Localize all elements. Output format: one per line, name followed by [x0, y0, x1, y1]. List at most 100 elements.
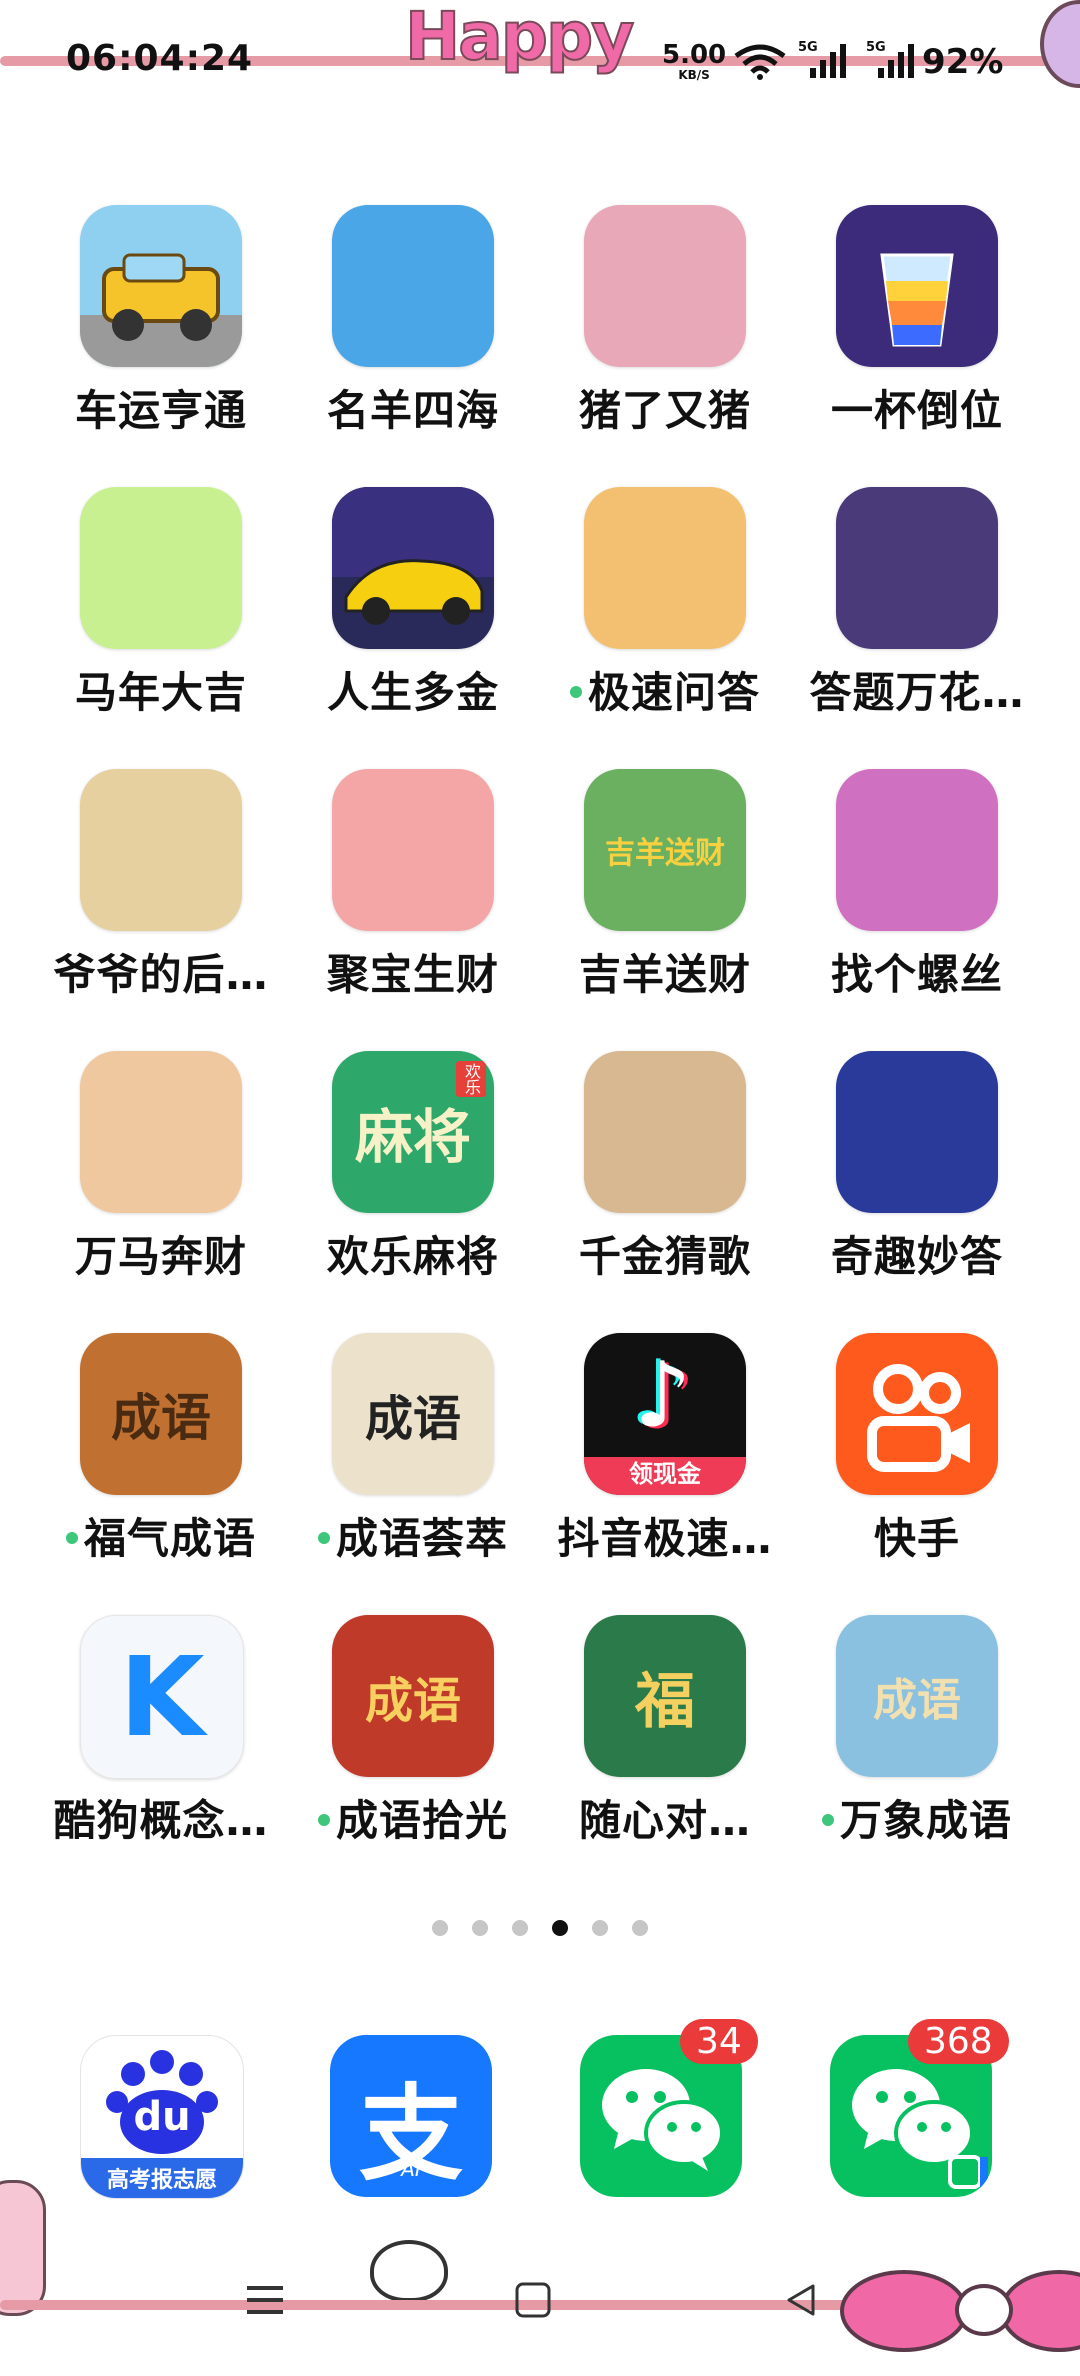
app-label: 爷爷的后…	[26, 941, 296, 1002]
app-shortcut[interactable]: 聚宝生财	[288, 769, 538, 999]
app-shortcut[interactable]: 答题万花…	[792, 487, 1042, 717]
app-label-text: 抖音极速…	[557, 1514, 773, 1563]
app-shortcut[interactable]: 马年大吉	[36, 487, 286, 717]
app-shortcut[interactable]: 成语福气成语	[36, 1333, 286, 1563]
dock-app-wechat[interactable]: 34	[580, 2019, 758, 2197]
app-shortcut[interactable]: 快手	[792, 1333, 1042, 1563]
tiktok-icon: ♪ 领现金	[584, 1333, 746, 1495]
app-label: 一杯倒位	[782, 377, 1052, 438]
app-label-text: 找个螺丝	[830, 950, 1003, 999]
bow-left-loop-decoration	[840, 2270, 968, 2352]
app-shortcut[interactable]: 极速问答	[540, 487, 790, 717]
pig-icon	[584, 205, 746, 367]
app-label: 抖音极速…	[530, 1505, 800, 1566]
nav-back-button[interactable]	[776, 2275, 826, 2325]
scroll-icon-text: 成语	[111, 1389, 211, 1447]
app-label-text: 快手	[873, 1514, 960, 1563]
app-shortcut[interactable]: 福随心对…	[540, 1615, 790, 1845]
page-dot[interactable]	[472, 1920, 488, 1936]
wechat-unread-badge: 34	[680, 2019, 758, 2064]
app-shortcut[interactable]: 猪了又猪	[540, 205, 790, 435]
app-shortcut[interactable]: 欢乐 麻将 欢乐麻将	[288, 1051, 538, 1281]
app-label-text: 福气成语	[83, 1514, 256, 1563]
app-shortcut[interactable]: 万马奔财	[36, 1051, 286, 1281]
app-shortcut[interactable]: 成语 成语荟萃	[288, 1333, 538, 1563]
baidu-paw-icon: du 高考报志愿	[80, 2035, 244, 2199]
kugou-icon: K	[80, 1615, 244, 1779]
network-speed-unit: KB/S	[678, 68, 710, 82]
new-install-dot	[821, 1813, 834, 1826]
app-shortcut[interactable]: 成语 万象成语	[792, 1615, 1042, 1845]
app-label: 名羊四海	[278, 377, 548, 438]
page-indicator[interactable]	[0, 1920, 1080, 1940]
grandpa-icon	[80, 769, 242, 931]
app-label: 万象成语	[782, 1787, 1052, 1848]
page-dot[interactable]	[632, 1920, 648, 1936]
tiles-icon-text: 福	[635, 1666, 695, 1737]
app-shortcut[interactable]: 成语 成语拾光	[288, 1615, 538, 1845]
page-dot[interactable]	[512, 1920, 528, 1936]
app-shortcut[interactable]: 车运亨通	[36, 205, 286, 435]
truck-drawing	[80, 253, 242, 367]
girl-icon	[584, 487, 746, 649]
app-shortcut[interactable]: 找个螺丝	[792, 769, 1042, 999]
app-shortcut[interactable]: 奇趣妙答	[792, 1051, 1042, 1281]
app-label: 猪了又猪	[530, 377, 800, 438]
home-square-icon	[515, 2282, 551, 2318]
sheep-icon	[332, 205, 494, 367]
baidu-du-text: du	[133, 2094, 191, 2140]
page-dot[interactable]	[592, 1920, 608, 1936]
status-clock: 06:04:24	[66, 38, 254, 79]
app-shortcut[interactable]: 爷爷的后…	[36, 769, 286, 999]
nav-home-button[interactable]	[508, 2275, 558, 2325]
app-label-text: 车运亨通	[74, 386, 247, 435]
app-label-text: 万马奔财	[74, 1232, 247, 1281]
app-label-text: 随心对…	[578, 1796, 751, 1845]
app-label-text: 聚宝生财	[326, 950, 499, 999]
pony-icon	[80, 1051, 242, 1213]
new-install-dot	[317, 1531, 330, 1544]
app-label: 千金猜歌	[530, 1223, 800, 1284]
app-label-text: 欢乐麻将	[326, 1232, 499, 1281]
app-label-text: 极速问答	[587, 668, 760, 717]
app-shortcut[interactable]: 一杯倒位	[792, 205, 1042, 435]
page-dot-active[interactable]	[552, 1920, 568, 1936]
app-shortcut[interactable]: ♪ 领现金抖音极速…	[540, 1333, 790, 1563]
dock-app-alipay[interactable]: 支 AI	[330, 2035, 492, 2197]
page-dot[interactable]	[432, 1920, 448, 1936]
app-label: 万马奔财	[26, 1223, 296, 1284]
dock-app-wechat-clone[interactable]: 368	[830, 2019, 1009, 2197]
book-icon-text: 成语	[873, 1675, 961, 1726]
app-label: 人生多金	[278, 659, 548, 720]
mahjong-icon: 欢乐 麻将	[332, 1051, 494, 1213]
app-label-text: 答题万花…	[809, 668, 1025, 717]
app-label: 随心对…	[530, 1787, 800, 1848]
app-label: 找个螺丝	[782, 941, 1052, 1002]
dancer-icon	[584, 1051, 746, 1213]
app-label: 酷狗概念…	[26, 1787, 296, 1848]
app-shortcut[interactable]: K 酷狗概念…	[36, 1615, 286, 1845]
app-shortcut[interactable]: 千金猜歌	[540, 1051, 790, 1281]
pencil-boy-icon	[836, 1051, 998, 1213]
app-label: 吉羊送财	[530, 941, 800, 1002]
app-label: 马年大吉	[26, 659, 296, 720]
app-label-text: 猪了又猪	[578, 386, 751, 435]
dock-app-baidu[interactable]: du 高考报志愿	[80, 2035, 244, 2199]
signal-sim1-icon: 5G	[798, 40, 846, 84]
witch-icon	[836, 769, 998, 931]
new-install-dot	[569, 685, 582, 698]
app-label-text: 奇趣妙答	[830, 1232, 1003, 1281]
app-label-text: 酷狗概念…	[53, 1796, 269, 1845]
wifi-icon	[734, 44, 786, 84]
app-shortcut[interactable]: 人生多金	[288, 487, 538, 717]
battery-level: 92%	[922, 42, 1004, 82]
books-icon: 成语	[332, 1615, 494, 1777]
app-shortcut[interactable]: 吉羊送财 吉羊送财	[540, 769, 790, 999]
lucky-sheep-icon: 吉羊送财	[584, 769, 746, 931]
lucky-sheep-icon-text: 吉羊送财	[605, 836, 725, 871]
app-label-text: 吉羊送财	[578, 950, 751, 999]
nav-menu-button[interactable]	[240, 2275, 290, 2325]
sage-icon: 成语	[332, 1333, 494, 1495]
app-label: 福气成语	[26, 1505, 296, 1566]
app-shortcut[interactable]: 名羊四海	[288, 205, 538, 435]
